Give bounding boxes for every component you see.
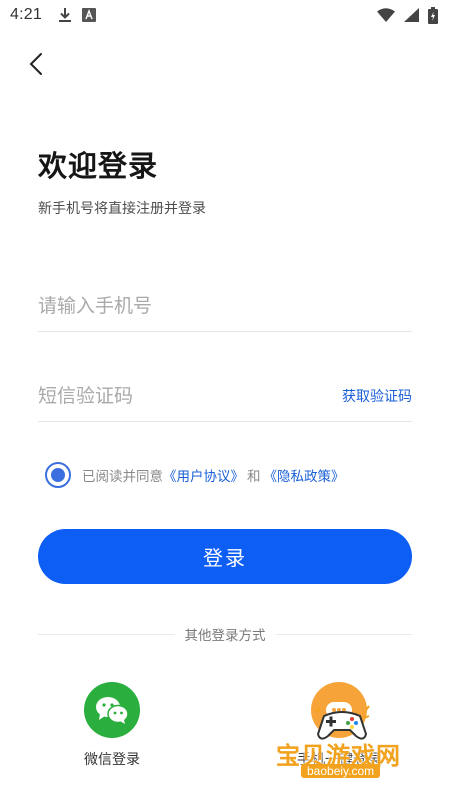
page-subtitle: 新手机号将直接注册并登录	[38, 201, 206, 217]
status-right-icons	[377, 6, 438, 24]
divider-line-right	[275, 633, 412, 635]
get-code-button[interactable]: 获取验证码	[342, 386, 412, 406]
sms-code-input[interactable]	[38, 375, 342, 416]
wechat-login-button[interactable]: 微信登录	[57, 682, 167, 769]
download-icon	[58, 7, 72, 23]
agreement-and: 和	[247, 469, 261, 485]
phone-quick-login-button[interactable]: 手机一键登录	[284, 682, 394, 769]
login-button[interactable]: 登录	[38, 529, 412, 584]
agreement-row: 已阅读并同意 《用户协议》 和 《隐私政策》	[45, 462, 345, 488]
privacy-policy-link[interactable]: 《隐私政策》	[264, 465, 345, 485]
code-field: 获取验证码	[38, 370, 412, 422]
phone-input[interactable]	[38, 285, 412, 326]
other-login-divider: 其他登录方式	[38, 624, 412, 644]
wechat-icon	[84, 682, 140, 738]
status-bar: 4:21	[0, 0, 450, 30]
phone-field	[38, 280, 412, 332]
divider-line-left	[38, 633, 175, 635]
chevron-left-icon	[28, 52, 44, 76]
wechat-login-label: 微信登录	[84, 752, 140, 768]
status-time: 4:21	[10, 6, 42, 23]
battery-icon	[428, 6, 438, 24]
back-button[interactable]	[20, 48, 52, 80]
wifi-icon	[377, 8, 395, 22]
signal-icon	[404, 8, 419, 22]
phone-quick-login-label: 手机一键登录	[297, 752, 381, 768]
user-agreement-link[interactable]: 《用户协议》	[163, 465, 244, 485]
font-app-icon	[81, 8, 96, 22]
agreement-checkbox[interactable]	[45, 462, 71, 488]
radio-checked-dot	[51, 468, 65, 482]
status-left-icons	[58, 7, 96, 23]
page-title: 欢迎登录	[38, 149, 159, 183]
phone-quick-login-icon	[311, 682, 367, 738]
other-login-label: 其他登录方式	[184, 628, 266, 644]
agreement-prefix: 已阅读并同意	[82, 469, 163, 485]
